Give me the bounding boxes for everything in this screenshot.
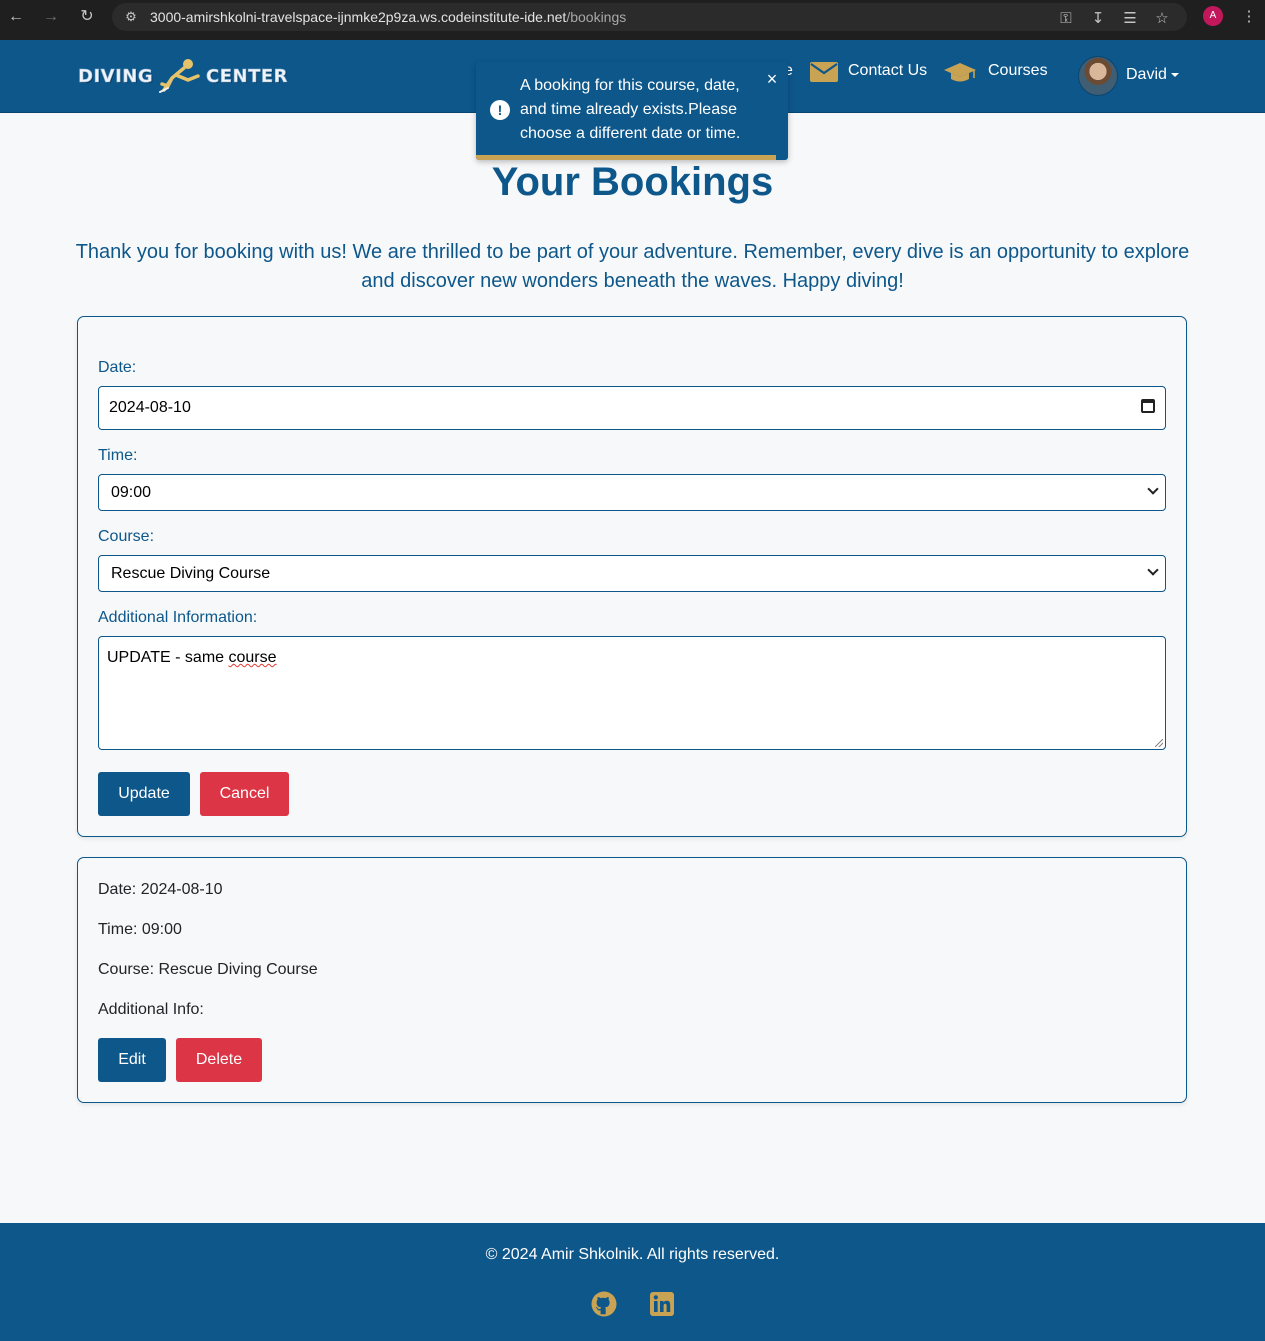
url-path: /bookings <box>566 9 627 25</box>
bookmark-star-icon[interactable]: ☆ <box>1151 8 1173 30</box>
time-label: Time: <box>98 447 138 464</box>
delete-button[interactable]: Delete <box>176 1038 262 1082</box>
booking-time: Time: 09:00 <box>98 921 182 938</box>
booking-additional-info: Additional Info: <box>98 1001 204 1018</box>
course-select-value: Rescue Diving Course <box>111 565 271 582</box>
envelope-icon[interactable] <box>810 62 838 82</box>
resize-handle-icon[interactable] <box>1155 739 1163 747</box>
install-app-icon[interactable]: ↧ <box>1087 8 1109 30</box>
intro-text: Thank you for booking with us! We are th… <box>75 241 1190 292</box>
additional-info-textarea[interactable]: UPDATE - same course <box>98 636 1166 750</box>
course-select[interactable]: Rescue Diving Course <box>98 555 1166 592</box>
nav-link-contact[interactable]: Contact Us <box>848 62 927 80</box>
site-footer: © 2024 Amir Shkolnik. All rights reserve… <box>0 1223 1265 1341</box>
date-input[interactable]: 2024-08-10 <box>98 386 1166 430</box>
additional-info-text: UPDATE - same <box>107 649 229 666</box>
booking-course: Course: Rescue Diving Course <box>98 961 318 978</box>
browser-toolbar: ← → ↻ ⚙ 3000-amirshkolni-travelspace-ijn… <box>0 0 1265 40</box>
page-title: Your Bookings <box>491 160 774 204</box>
reload-icon[interactable]: ↻ <box>75 6 99 28</box>
url-text: 3000-amirshkolni-travelspace-ijnmke2p9za… <box>150 9 626 25</box>
logo-text-left: DIVING <box>78 66 154 88</box>
additional-info-value: UPDATE - same course <box>107 649 277 667</box>
profile-avatar[interactable]: A <box>1203 6 1223 26</box>
calendar-icon[interactable] <box>1141 399 1155 413</box>
back-arrow-icon[interactable]: ← <box>4 6 28 28</box>
error-toast: ! A booking for this course, date, and t… <box>476 62 788 160</box>
logo-text-right: CENTER <box>206 66 289 88</box>
cancel-button[interactable]: Cancel <box>200 772 289 816</box>
time-select-value: 09:00 <box>111 484 152 501</box>
user-avatar[interactable] <box>1078 56 1118 96</box>
update-button[interactable]: Update <box>98 772 190 816</box>
browser-menu-icon[interactable]: ⋮ <box>1238 6 1260 28</box>
diver-icon <box>159 59 200 93</box>
chevron-down-icon <box>1147 483 1159 495</box>
graduation-cap-icon[interactable] <box>943 62 977 84</box>
edit-button[interactable]: Edit <box>98 1038 166 1082</box>
linkedin-icon[interactable] <box>649 1291 675 1317</box>
site-info-icon[interactable]: ⚙ <box>122 8 140 26</box>
forward-arrow-icon[interactable]: → <box>39 6 63 28</box>
nav-link-courses[interactable]: Courses <box>988 62 1048 80</box>
chevron-down-icon <box>1147 564 1159 576</box>
additional-info-label: Additional Information: <box>98 609 258 626</box>
course-label: Course: <box>98 528 155 545</box>
user-menu-name[interactable]: David <box>1126 66 1167 84</box>
booking-edit-form: Date: 2024-08-10 Time: 09:00 Course: Res… <box>77 316 1187 837</box>
spellcheck-word: course <box>228 649 277 666</box>
booking-date: Date: 2024-08-10 <box>98 881 223 898</box>
toast-message: A booking for this course, date, and tim… <box>520 77 741 142</box>
booking-card: Date: 2024-08-10 Time: 09:00 Course: Res… <box>77 857 1187 1103</box>
date-input-value: 2024-08-10 <box>109 399 191 416</box>
key-icon[interactable]: ⚿ <box>1055 8 1077 30</box>
url-host: 3000-amirshkolni-travelspace-ijnmke2p9za… <box>150 9 567 25</box>
exclamation-icon: ! <box>490 100 510 120</box>
chevron-down-icon[interactable] <box>1171 73 1179 77</box>
copyright-text: © 2024 Amir Shkolnik. All rights reserve… <box>485 1246 780 1263</box>
time-select[interactable]: 09:00 <box>98 474 1166 511</box>
close-icon[interactable]: × <box>764 70 780 88</box>
translate-icon[interactable]: ☰ <box>1119 8 1141 30</box>
github-icon[interactable] <box>591 1291 617 1317</box>
date-label: Date: <box>98 359 137 376</box>
address-bar[interactable]: ⚙ 3000-amirshkolni-travelspace-ijnmke2p9… <box>112 3 1187 31</box>
site-logo[interactable]: DIVING CENTER <box>78 54 290 98</box>
